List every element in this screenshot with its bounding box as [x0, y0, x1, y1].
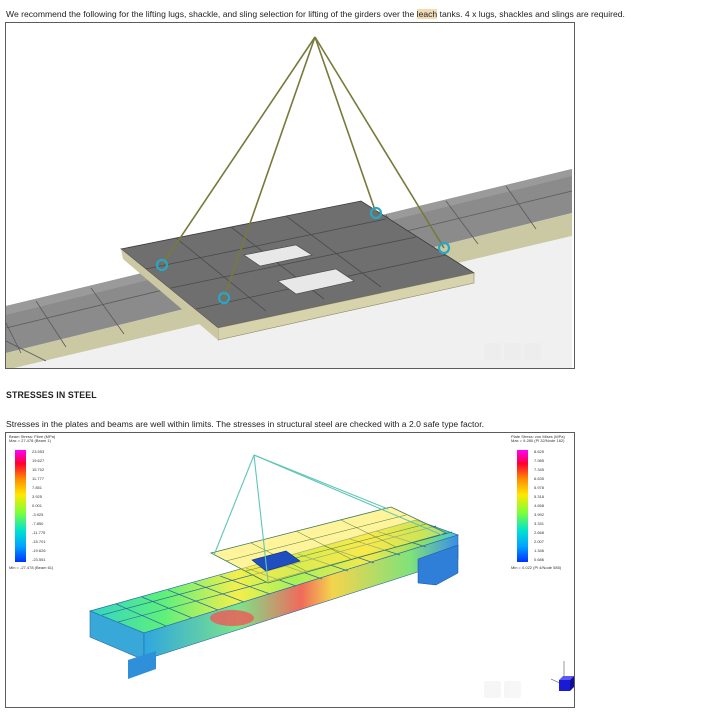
legend-tick: 4.658 — [534, 503, 545, 508]
legend-tick: 5.978 — [534, 485, 545, 490]
beam-stress-legend: Beam Stress: Fibre (MPa) Max = 27.478 (B… — [9, 435, 99, 575]
legend-tick: 8.625 — [534, 449, 545, 454]
plate-stress-legend: Plate Stress: von Mises (MPa) Max = 9.28… — [511, 435, 573, 575]
legend-color-bar — [517, 450, 528, 562]
nav-icon — [504, 343, 521, 360]
legend-tick: 7.345 — [534, 467, 545, 472]
legend-tick: 2.007 — [534, 539, 545, 544]
legend-tick: 7.985 — [534, 458, 545, 463]
legend-tick: -3.925 — [32, 512, 44, 517]
legend-tick: 1.346 — [534, 548, 545, 553]
lifting-arrangement-figure — [5, 22, 575, 369]
stress-hotspot — [210, 610, 254, 626]
legend-tick: 5.318 — [534, 494, 545, 499]
legend-tick: 23.553 — [32, 449, 45, 454]
legend-ticks: 8.625 7.985 7.345 6.635 5.978 5.318 4.65… — [534, 450, 544, 562]
legend-tick: 0.686 — [534, 557, 545, 562]
nav-icon — [524, 343, 541, 360]
legend-tick: -11.775 — [32, 530, 46, 535]
nav-icon — [504, 681, 521, 698]
legend-min: Min = -27.478 (Beam 61) — [9, 565, 54, 570]
legend-tick: 11.777 — [32, 476, 44, 481]
intro-text: We recommend the following for the lifti… — [6, 9, 625, 19]
nav-icon — [484, 343, 501, 360]
legend-tick: -19.626 — [32, 548, 46, 553]
legend-tick: 3.925 — [32, 494, 43, 499]
legend-tick: 15.702 — [32, 467, 45, 472]
intro-text-end: tanks. 4 x lugs, shackles and slings are… — [437, 9, 625, 19]
legend-tick: 19.627 — [32, 458, 45, 463]
legend-tick: -7.850 — [32, 521, 44, 526]
lifting-arrangement-render — [6, 36, 573, 368]
legend-tick: 6.635 — [534, 476, 545, 481]
legend-tick: 3.992 — [534, 512, 545, 517]
legend-tick: -23.551 — [32, 557, 46, 562]
legend-ticks: 23.553 19.627 15.702 11.777 7.851 3.925 … — [32, 450, 46, 562]
stress-contour-figure: Beam Stress: Fibre (MPa) Max = 27.478 (B… — [5, 432, 575, 708]
legend-tick: -15.701 — [32, 539, 46, 544]
section-heading: STRESSES IN STEEL — [6, 390, 97, 400]
viewer-nav-icons[interactable] — [484, 343, 541, 360]
legend-max: Max = 9.280 (Pl 32/Node 162) — [511, 438, 565, 443]
legend-color-bar — [15, 450, 26, 562]
legend-tick: 2.668 — [534, 530, 545, 535]
legend-tick: 7.851 — [32, 485, 43, 490]
intro-text-start: We recommend the following for the lifti… — [6, 9, 417, 19]
legend-tick: 0.001 — [32, 503, 43, 508]
axis-triad-icon — [550, 661, 574, 691]
legend-max: Max = 27.478 (Beam 1) — [9, 438, 51, 443]
section-paragraph: Stresses in the plates and beams are wel… — [6, 419, 484, 429]
viewer-nav-icons[interactable] — [484, 681, 521, 698]
legend-min: Min = 0.022 (Pl 4/Node 585) — [511, 565, 562, 570]
legend-tick: 3.331 — [534, 521, 545, 526]
highlighted-term: leach — [416, 9, 438, 19]
nav-icon — [484, 681, 501, 698]
